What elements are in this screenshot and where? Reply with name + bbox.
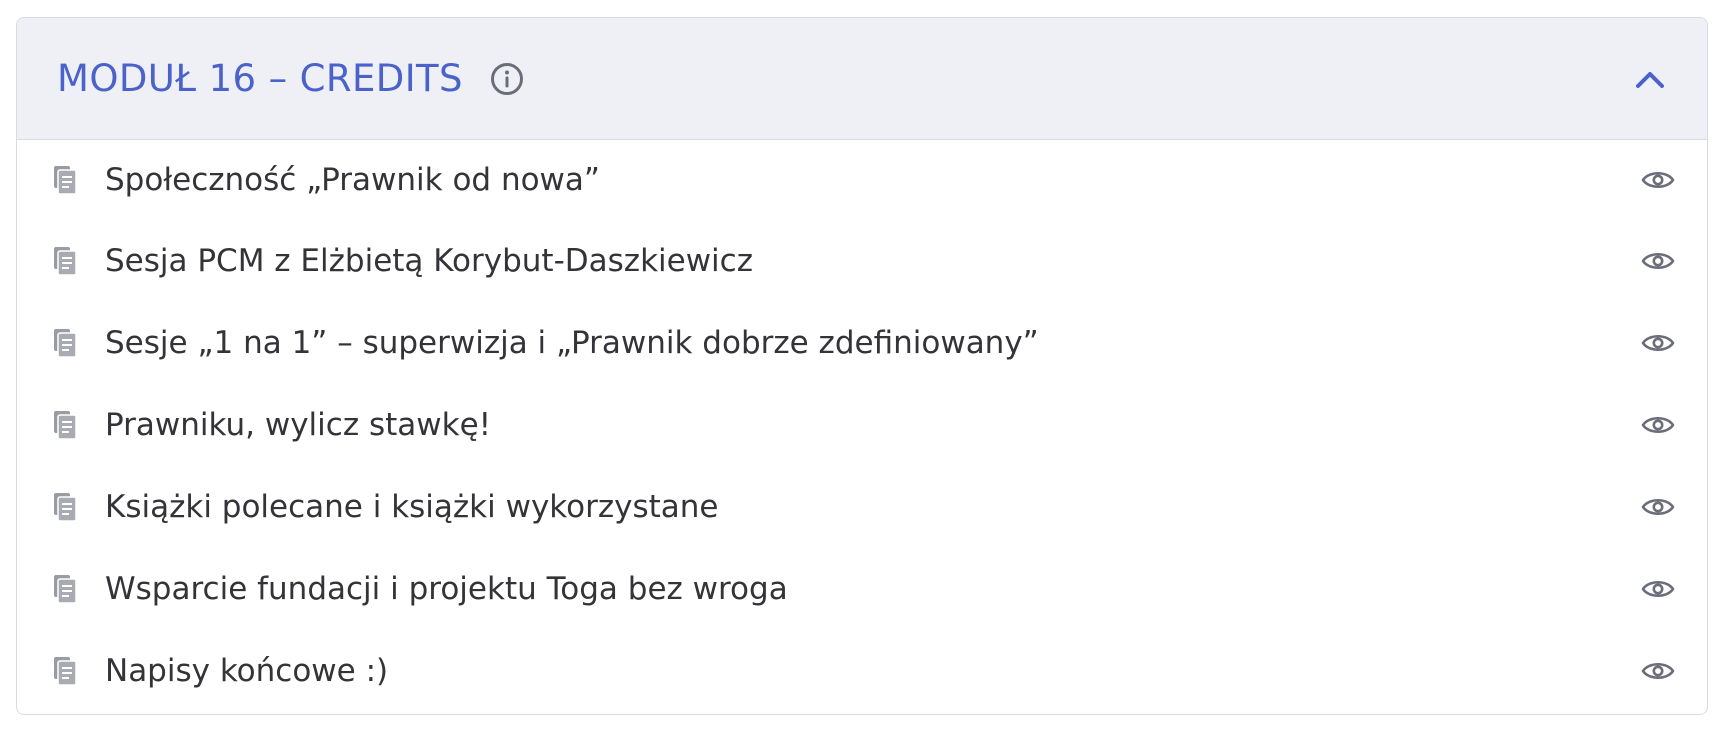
document-icon [54,329,77,358]
lesson-item[interactable]: Sesja PCM z Elżbietą Korybut-Daszkiewicz [17,220,1707,302]
lesson-item[interactable]: Prawniku, wylicz stawkę! [17,384,1707,466]
lesson-title: Prawniku, wylicz stawkę! [105,407,492,443]
lesson-title: Napisy końcowe :) [105,653,389,689]
document-icon [54,411,77,440]
lesson-title: Sesje „1 na 1” – superwizja i „Prawnik d… [105,325,1039,361]
module-panel: MODUŁ 16 – CREDITS Społeczność „Prawnik [16,17,1708,715]
eye-icon[interactable] [1641,331,1675,355]
eye-icon[interactable] [1641,249,1675,273]
lesson-item[interactable]: Społeczność „Prawnik od nowa” [17,140,1707,220]
lesson-item[interactable]: Wsparcie fundacji i projektu Toga bez wr… [17,548,1707,630]
document-icon [54,657,77,686]
eye-icon[interactable] [1641,659,1675,683]
lesson-item[interactable]: Książki polecane i książki wykorzystane [17,466,1707,548]
document-icon [54,166,77,195]
info-circle-icon[interactable] [490,62,524,96]
module-header[interactable]: MODUŁ 16 – CREDITS [17,18,1707,140]
lesson-item[interactable]: Napisy końcowe :) [17,630,1707,712]
document-icon [54,493,77,522]
module-title: MODUŁ 16 – CREDITS [57,57,463,100]
document-icon [54,247,77,276]
lesson-item[interactable]: Sesje „1 na 1” – superwizja i „Prawnik d… [17,302,1707,384]
lesson-title: Książki polecane i książki wykorzystane [105,489,719,525]
lesson-list: Społeczność „Prawnik od nowa” Sesja PCM … [17,140,1707,712]
lesson-title: Sesja PCM z Elżbietą Korybut-Daszkiewicz [105,243,753,279]
eye-icon[interactable] [1641,495,1675,519]
document-icon [54,575,77,604]
eye-icon[interactable] [1641,413,1675,437]
lesson-title: Społeczność „Prawnik od nowa” [105,162,600,198]
eye-icon[interactable] [1641,168,1675,192]
eye-icon[interactable] [1641,577,1675,601]
lesson-title: Wsparcie fundacji i projektu Toga bez wr… [105,571,788,607]
collapse-toggle-button[interactable] [1633,62,1667,96]
chevron-up-icon [1636,71,1664,88]
